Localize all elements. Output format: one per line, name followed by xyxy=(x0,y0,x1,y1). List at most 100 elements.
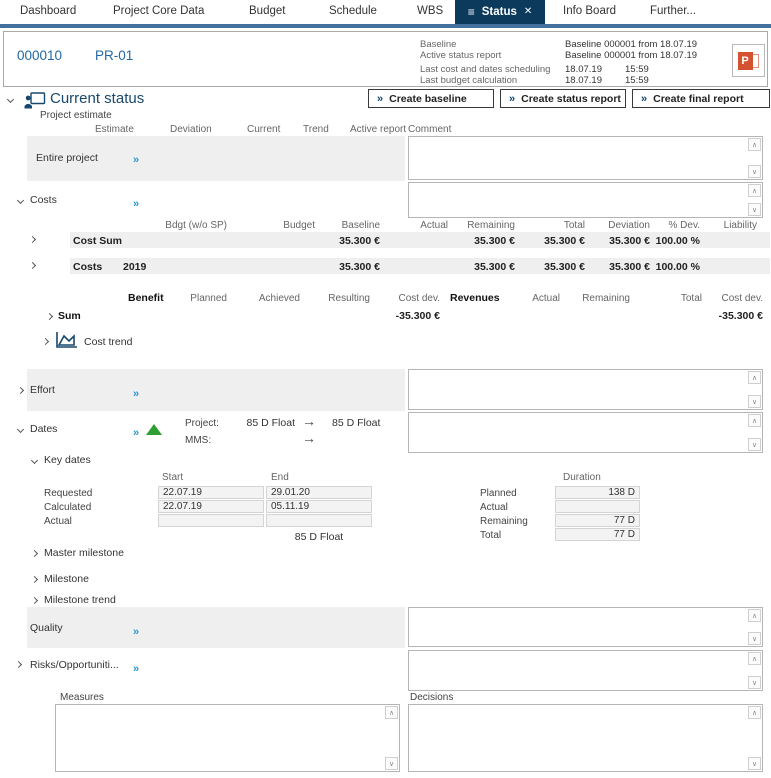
powerpoint-icon: P xyxy=(738,52,753,70)
scroll-up-icon[interactable]: ∧ xyxy=(748,652,761,665)
close-tab-icon[interactable]: ✕ xyxy=(524,7,532,17)
create-status-report-label: Create status report xyxy=(521,93,621,105)
costs-collapse-chevron[interactable] xyxy=(17,197,24,204)
effort-expand-chevron[interactable] xyxy=(17,387,24,394)
key-dates-collapse-chevron[interactable] xyxy=(31,457,38,464)
project-name[interactable]: PR-01 xyxy=(95,48,133,63)
planned-duration-field[interactable]: 138 D xyxy=(555,486,640,499)
column-header-active-report: Active report xyxy=(350,124,406,135)
tab-status[interactable]: ≡ Status ✕ xyxy=(455,0,545,24)
milestone-trend-label: Milestone trend xyxy=(44,594,116,606)
scroll-down-icon[interactable]: ∨ xyxy=(748,165,761,178)
project-number[interactable]: 000010 xyxy=(17,48,62,63)
scroll-down-icon[interactable]: ∨ xyxy=(748,395,761,408)
cost-sum-label: Cost Sum xyxy=(73,235,122,247)
tab-further[interactable]: Further... xyxy=(650,5,696,17)
scroll-down-icon[interactable]: ∨ xyxy=(748,676,761,689)
hamburger-icon[interactable]: ≡ xyxy=(468,6,475,18)
calculated-start-field[interactable]: 22.07.19 xyxy=(158,500,264,513)
scroll-down-icon[interactable]: ∨ xyxy=(748,757,761,770)
cost-sum-expand-chevron[interactable] xyxy=(29,236,36,243)
requested-start-field[interactable]: 22.07.19 xyxy=(158,486,264,499)
calculated-end-field[interactable]: 05.11.19 xyxy=(266,500,372,513)
milestone-label: Milestone xyxy=(44,573,89,585)
dates-comment-box[interactable]: ∧ ∨ xyxy=(408,412,763,453)
column-header-current: Current xyxy=(247,124,280,135)
create-final-report-label: Create final report xyxy=(653,93,743,105)
active-status-report-label: Active status report xyxy=(420,50,501,61)
costs-2019-baseline: 35.300 € xyxy=(290,261,380,273)
tab-schedule[interactable]: Schedule xyxy=(329,5,377,17)
scroll-up-icon[interactable]: ∧ xyxy=(748,371,761,384)
remaining-duration-field[interactable]: 77 D xyxy=(555,514,640,527)
actual-start-field[interactable] xyxy=(158,514,264,527)
create-baseline-label: Create baseline xyxy=(389,93,467,105)
scroll-up-icon[interactable]: ∧ xyxy=(748,706,761,719)
baseline-label: Baseline xyxy=(420,39,456,50)
effort-more-icon[interactable]: » xyxy=(133,389,139,400)
dates-collapse-chevron[interactable] xyxy=(17,426,24,433)
scroll-down-icon[interactable]: ∨ xyxy=(748,632,761,645)
scroll-up-icon[interactable]: ∧ xyxy=(748,414,761,427)
create-baseline-button[interactable]: » Create baseline xyxy=(368,89,494,108)
create-status-report-button[interactable]: » Create status report xyxy=(500,89,626,108)
costs-comment-box[interactable]: ∧ ∨ xyxy=(408,182,763,218)
key-dates-label: Key dates xyxy=(44,454,91,466)
cost-sum-baseline: 35.300 € xyxy=(290,235,380,247)
tab-project-core-data[interactable]: Project Core Data xyxy=(113,5,204,17)
tab-budget[interactable]: Budget xyxy=(249,5,285,17)
dates-more-icon[interactable]: » xyxy=(133,428,139,439)
milestone-trend-expand-chevron[interactable] xyxy=(31,597,38,604)
scroll-up-icon[interactable]: ∧ xyxy=(385,706,398,719)
decisions-text-box[interactable]: ∧ ∨ xyxy=(408,704,763,772)
project-float-before: 85 D Float xyxy=(205,417,295,429)
costs-2019-pct-dev: 100.00 % xyxy=(610,261,700,273)
scroll-up-icon[interactable]: ∧ xyxy=(748,138,761,151)
costs-more-icon[interactable]: » xyxy=(133,199,139,210)
tab-strip xyxy=(0,24,771,28)
total-duration-label: Total xyxy=(480,530,501,541)
key-dates-start-header: Start xyxy=(162,472,183,483)
risks-expand-chevron[interactable] xyxy=(15,661,22,668)
arrow-right-icon: → xyxy=(302,431,316,445)
effort-row xyxy=(27,369,405,411)
scroll-up-icon[interactable]: ∧ xyxy=(748,184,761,197)
project-float-after: 85 D Float xyxy=(332,417,380,429)
entire-project-label: Entire project xyxy=(36,152,98,164)
scroll-down-icon[interactable]: ∨ xyxy=(748,203,761,216)
cost-trend-label: Cost trend xyxy=(84,336,132,348)
tab-wbs[interactable]: WBS xyxy=(417,5,443,17)
actual-end-field[interactable] xyxy=(266,514,372,527)
costs-2019-expand-chevron[interactable] xyxy=(29,262,36,269)
quality-more-icon[interactable]: » xyxy=(133,627,139,638)
collapse-current-status-chevron[interactable] xyxy=(7,96,14,103)
effort-comment-box[interactable]: ∧ ∨ xyxy=(408,369,763,410)
measures-text-box[interactable]: ∧ ∨ xyxy=(55,704,400,772)
measures-label: Measures xyxy=(60,692,104,703)
milestone-expand-chevron[interactable] xyxy=(31,576,38,583)
sum-expand-chevron[interactable] xyxy=(46,313,53,320)
cost-sum-pct-dev: 100.00 % xyxy=(610,235,700,247)
arrow-right-icon: → xyxy=(302,414,316,428)
quality-comment-box[interactable]: ∧ ∨ xyxy=(408,607,763,647)
scroll-down-icon[interactable]: ∨ xyxy=(385,757,398,770)
actual-duration-field[interactable] xyxy=(555,500,640,513)
scroll-down-icon[interactable]: ∨ xyxy=(748,438,761,451)
create-final-report-button[interactable]: » Create final report xyxy=(632,89,770,108)
tab-info-board[interactable]: Info Board xyxy=(563,5,616,17)
effort-label: Effort xyxy=(30,384,55,396)
master-milestone-expand-chevron[interactable] xyxy=(31,550,38,557)
costs-2019-year: 2019 xyxy=(123,261,146,273)
scroll-up-icon[interactable]: ∧ xyxy=(748,609,761,622)
entire-project-more-icon[interactable]: » xyxy=(133,155,139,166)
entire-project-comment-box[interactable]: ∧ ∨ xyxy=(408,136,763,180)
last-scheduling-date: 18.07.19 xyxy=(565,64,602,75)
risks-comment-box[interactable]: ∧ ∨ xyxy=(408,650,763,691)
tab-dashboard[interactable]: Dashboard xyxy=(20,5,76,17)
powerpoint-export-button[interactable]: P xyxy=(732,44,765,77)
total-duration-field[interactable]: 77 D xyxy=(555,528,640,541)
risks-more-icon[interactable]: » xyxy=(133,664,139,675)
cost-trend-expand-chevron[interactable] xyxy=(42,338,49,345)
requested-end-field[interactable]: 29.01.20 xyxy=(266,486,372,499)
tab-bar: Dashboard Project Core Data Budget Sched… xyxy=(0,0,771,24)
